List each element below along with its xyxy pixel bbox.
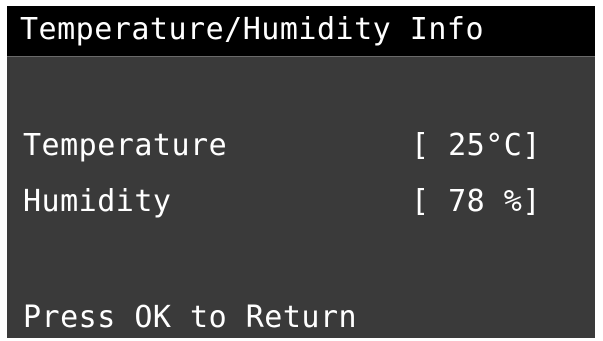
temperature-label: Temperature: [23, 128, 228, 163]
temperature-value: [ 25°C]: [411, 128, 541, 163]
humidity-value: [ 78 %]: [411, 184, 541, 219]
screen-title: Temperature/Humidity Info: [20, 12, 485, 47]
return-instruction: Press OK to Return: [23, 300, 358, 335]
title-bar: Temperature/Humidity Info: [7, 6, 595, 57]
humidity-label: Humidity: [23, 184, 172, 219]
lcd-screen: Temperature/Humidity Info Temperature [ …: [7, 6, 595, 338]
